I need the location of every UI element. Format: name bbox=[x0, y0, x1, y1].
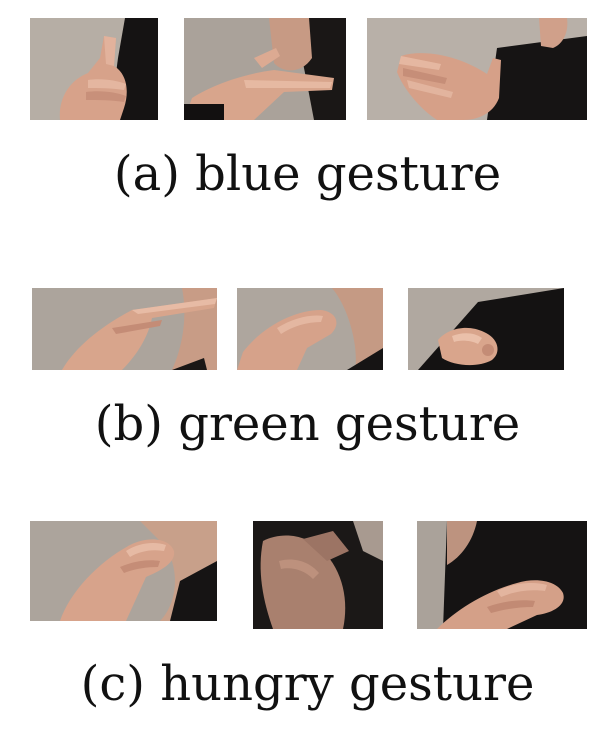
gesture-frame-b1 bbox=[32, 288, 217, 370]
gesture-frame-b3 bbox=[408, 288, 564, 370]
panel-c-caption: (c) hungry gesture bbox=[80, 656, 535, 712]
gesture-frame-c3 bbox=[417, 521, 587, 629]
gesture-frame-c2 bbox=[253, 521, 383, 629]
gesture-frame-a2 bbox=[184, 18, 346, 120]
panel-a-caption: (a) blue gesture bbox=[113, 146, 502, 202]
gesture-frame-b2 bbox=[237, 288, 383, 370]
gesture-frame-a1 bbox=[30, 18, 158, 120]
gesture-frame-c1 bbox=[30, 521, 217, 621]
panel-b-caption: (b) green gesture bbox=[94, 396, 521, 452]
gesture-frame-a3 bbox=[367, 18, 587, 120]
